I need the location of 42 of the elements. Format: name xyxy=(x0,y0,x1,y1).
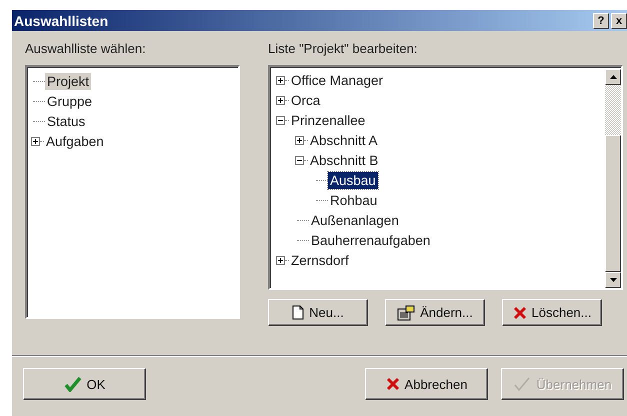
scrollbar-thumb[interactable] xyxy=(605,135,621,272)
tree-item[interactable]: Ausbau xyxy=(328,172,378,188)
tree-item[interactable]: Abschnitt B xyxy=(308,152,380,168)
collapse-icon[interactable] xyxy=(295,156,304,164)
tree-view[interactable]: Office Manager Orca Prinzenallee Abschnitt A Abschnitt B Ausbau Rohbau Außenanlagen Bauherrenaufgaben Zernsdorf xyxy=(268,65,623,290)
list-label: Liste "Projekt" bearbeiten: xyxy=(268,40,418,58)
expand-icon[interactable] xyxy=(31,136,40,146)
tree-item[interactable]: Office Manager xyxy=(289,72,386,88)
cross-icon xyxy=(512,306,526,320)
tree-item[interactable]: Status xyxy=(45,112,88,130)
document-icon xyxy=(292,305,304,320)
action-button[interactable]: Ändern... xyxy=(385,299,485,326)
tree-item[interactable]: Aufgaben xyxy=(44,132,106,150)
tree-item[interactable]: Projekt xyxy=(45,72,92,90)
down-arrow-icon[interactable] xyxy=(610,278,616,282)
tree-item[interactable]: Rohbau xyxy=(328,192,380,208)
checkmark-icon xyxy=(64,376,82,392)
tree-item[interactable]: Außenanlagen xyxy=(309,212,401,228)
window-title: Auswahllisten xyxy=(14,12,108,28)
action-button[interactable]: Neu... xyxy=(268,299,368,326)
tree-item[interactable]: Zernsdorf xyxy=(289,252,351,268)
expand-icon[interactable] xyxy=(295,136,304,144)
dialog-button[interactable]: OK xyxy=(23,368,146,400)
tree-view[interactable]: Projekt Gruppe Status Aufgaben xyxy=(25,65,240,319)
collapse-icon[interactable] xyxy=(276,116,285,124)
help-button[interactable]: ? xyxy=(593,12,609,28)
expand-icon[interactable] xyxy=(276,76,285,84)
tree-item[interactable]: Prinzenallee xyxy=(289,112,368,128)
expand-icon[interactable] xyxy=(276,256,285,264)
up-arrow-icon[interactable] xyxy=(610,75,616,79)
tree-item[interactable]: Gruppe xyxy=(45,92,94,110)
dialog-button[interactable]: Abbrechen xyxy=(365,368,488,400)
tree-item[interactable]: Bauherrenaufgaben xyxy=(309,232,432,248)
cross-icon xyxy=(386,377,400,391)
checkmark-icon xyxy=(513,376,532,392)
list-label: Auswahlliste wählen: xyxy=(25,40,147,58)
properties-icon xyxy=(397,304,416,320)
tree-item[interactable]: Abschnitt A xyxy=(308,132,380,148)
tree-item[interactable]: Orca xyxy=(289,92,322,108)
expand-icon[interactable] xyxy=(276,96,285,104)
action-button[interactable]: Löschen... xyxy=(502,299,602,326)
close-button[interactable]: x xyxy=(611,12,627,28)
